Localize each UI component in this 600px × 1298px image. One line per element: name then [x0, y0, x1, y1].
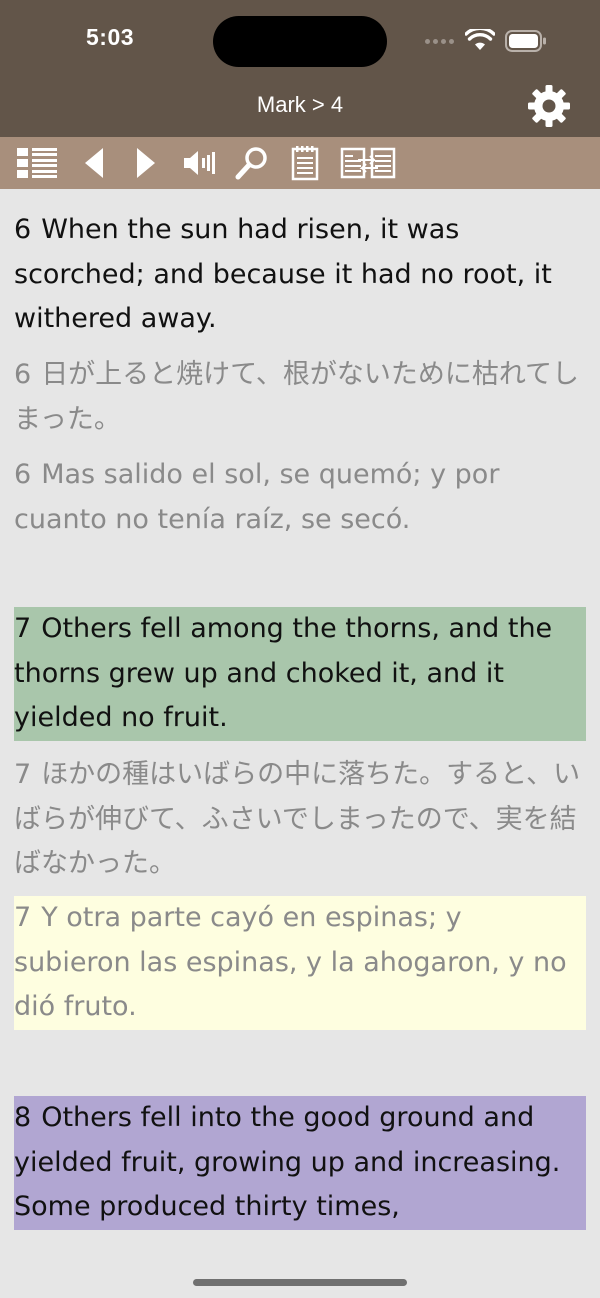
- verse-8-english[interactable]: 8 Others fell into the good ground and yi…: [14, 1096, 586, 1230]
- cellular-signal-icon: [425, 39, 454, 44]
- home-indicator[interactable]: [193, 1279, 407, 1286]
- verse-6-spanish[interactable]: 6 Mas salido el sol, se quemó; y por cuan…: [14, 453, 586, 542]
- speaker-icon[interactable]: [182, 143, 216, 183]
- verse-6-japanese[interactable]: 6 日が上ると焼けて、根がないために枯れてしまった。: [14, 353, 586, 442]
- back-arrow-icon[interactable]: [78, 143, 110, 183]
- wifi-icon: [465, 29, 495, 50]
- verse-7-spanish[interactable]: 7Y otra parte cayó en espinas; y subiero…: [14, 896, 586, 1030]
- chapter-title[interactable]: Mark > 4: [0, 92, 600, 118]
- dynamic-island: [213, 16, 387, 67]
- compare-icon[interactable]: [340, 143, 396, 183]
- verse-7-japanese[interactable]: 7 ほかの種はいばらの中に落ちた。すると、いばらが伸びて、ふさいでしまったので、実…: [14, 753, 586, 887]
- settings-gear-icon[interactable]: [525, 82, 573, 130]
- status-time: 5:03: [86, 24, 135, 50]
- app-header: 5:03 Mark > 4: [0, 0, 600, 137]
- battery-icon: [505, 30, 546, 52]
- verse-6-english[interactable]: 6 When the sun had risen, it was scorched…: [14, 208, 586, 342]
- verse-7-english[interactable]: 7 Others fell among the thorns, and the t…: [14, 607, 586, 741]
- toolbar: [0, 137, 600, 189]
- search-icon[interactable]: [234, 143, 270, 183]
- list-icon[interactable]: [14, 143, 60, 183]
- forward-arrow-icon[interactable]: [130, 143, 162, 183]
- notepad-icon[interactable]: [289, 143, 321, 183]
